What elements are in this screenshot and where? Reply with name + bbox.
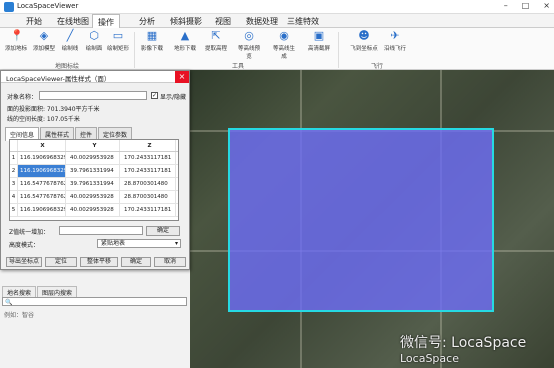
maximize-icon[interactable]: □	[522, 1, 530, 10]
height-mode-select[interactable]: 紧贴地表 ▾	[97, 239, 181, 248]
fly-to-point-button[interactable]: ☻ 飞到坐标点	[348, 29, 380, 53]
tab-start[interactable]: 开始	[24, 16, 44, 27]
draw-line-button[interactable]: ╱ 绘制线	[57, 29, 83, 53]
locate-button[interactable]: 定位	[45, 257, 77, 267]
tab-analysis[interactable]: 分析	[137, 16, 157, 27]
pin-icon: 📍	[10, 29, 24, 42]
contour-preview-button[interactable]: ◎ 等高线预览	[236, 29, 262, 61]
z-increase-input[interactable]	[59, 226, 143, 235]
name-label: 对象名称：	[7, 94, 38, 101]
export-points-button[interactable]: 导出坐标点	[6, 257, 42, 267]
tab-data-processing[interactable]: 数据处理	[244, 16, 280, 27]
rect-icon: ▭	[112, 29, 124, 42]
show-hide-label: 显示/隐藏	[160, 94, 187, 101]
person-icon: ☻	[358, 29, 370, 42]
tab-oblique[interactable]: 倾斜摄影	[168, 16, 204, 27]
close-icon[interactable]: ×	[543, 1, 550, 10]
dialog-title: LocaSpaceViewer-属性样式（面）	[1, 71, 189, 83]
table-header: X Y Z	[10, 140, 178, 152]
show-hide-checkbox[interactable]: ✓	[151, 92, 158, 99]
chevron-down-icon: ▾	[174, 240, 178, 247]
search-input[interactable]: 🔍	[2, 297, 187, 306]
tab-operation[interactable]: 操作	[92, 14, 120, 28]
ribbon-separator	[338, 32, 339, 68]
table-row[interactable]: 2 116.1906968329 39.7961331994 170.24331…	[10, 165, 178, 178]
elevation-icon: ⇱	[211, 29, 221, 42]
line-icon: ╱	[66, 29, 74, 42]
window-controls: – □ ×	[504, 1, 550, 10]
search-icon[interactable]: 🔍	[5, 299, 12, 306]
height-mode-label: 高度模式：	[9, 242, 40, 249]
fly-icon: ✈	[390, 29, 400, 42]
ribbon: 📍 添加地标 ◈ 添加模型 ╱ 绘制线 ⬡ 绘制面 ▭ 绘制矩形 ▦ 影像下载 ▲ 地形下载 …	[0, 28, 554, 70]
tab-view[interactable]: 视图	[213, 16, 233, 27]
table-row[interactable]: 4 116.5477678762 40.0029953928 28.870030…	[10, 191, 178, 204]
property-dialog: LocaSpaceViewer-属性样式（面） × 对象名称： ✓ 显示/隐藏 …	[0, 70, 190, 270]
z-confirm-button[interactable]: 确定	[146, 226, 180, 236]
tab-3d-effects[interactable]: 三维特效	[285, 16, 321, 27]
title-bar: LocaSpaceViewer – □ ×	[0, 0, 554, 14]
group-label-plot: 地图标绘	[55, 63, 80, 70]
search-example: 例如：智谷	[4, 312, 35, 319]
watermark: 微信号: LocaSpace LocaSpace	[400, 335, 527, 365]
extract-elevation-button[interactable]: ⇱ 提取高程	[203, 29, 229, 53]
add-model-button[interactable]: ◈ 添加模型	[31, 29, 57, 53]
minimize-icon[interactable]: –	[504, 1, 508, 10]
z-increase-label: Z值统一增加：	[9, 229, 50, 236]
app-title: LocaSpaceViewer	[17, 2, 79, 10]
ok-button[interactable]: 确定	[121, 257, 151, 267]
ribbon-separator	[134, 32, 135, 68]
table-row[interactable]: 1 116.1906968329 40.0029953928 170.24331…	[10, 152, 178, 165]
terrain-icon: ▲	[180, 29, 190, 42]
app-window: LocaSpaceViewer – □ × 开始 在线地图 操作 分析 倾斜摄影…	[0, 0, 554, 368]
perimeter-label: 线的空间长度: 107.05千米	[7, 116, 80, 123]
draw-polygon-button[interactable]: ⬡ 绘制面	[81, 29, 107, 53]
polygon-icon: ⬡	[89, 29, 99, 42]
contour-generate-button[interactable]: ◉ 等高线生成	[271, 29, 297, 61]
table-row[interactable]: 5 116.1906968329 40.0029953928 170.24331…	[10, 204, 178, 217]
terrain-download-button[interactable]: ▲ 地形下载	[172, 29, 198, 53]
tab-online-map[interactable]: 在线地图	[55, 16, 91, 27]
drawn-polygon[interactable]	[228, 128, 494, 312]
menu-bar: 开始 在线地图 操作 分析 倾斜摄影 视图 数据处理 三维特效	[0, 14, 554, 28]
fly-along-line-button[interactable]: ✈ 沿线飞行	[382, 29, 408, 53]
coordinate-table[interactable]: X Y Z 1 116.1906968329 40.0029953928 170…	[9, 139, 179, 221]
contour-gen-icon: ◉	[279, 29, 289, 42]
group-label-tools: 工具	[232, 63, 245, 70]
name-field[interactable]	[39, 91, 147, 100]
table-row[interactable]: 3 116.5477678762 39.7961331994 28.870030…	[10, 178, 178, 191]
add-placemark-button[interactable]: 📍 添加地标	[3, 29, 29, 53]
draw-rect-button[interactable]: ▭ 绘制矩形	[105, 29, 131, 53]
contour-icon: ◎	[244, 29, 254, 42]
hd-screenshot-button[interactable]: ▣ 高清截屏	[306, 29, 332, 53]
cancel-button[interactable]: 取消	[154, 257, 186, 267]
app-logo-icon	[4, 2, 14, 12]
area-label: 面的投影面积: 701.3940平方千米	[7, 106, 100, 113]
image-download-button[interactable]: ▦ 影像下载	[139, 29, 165, 53]
cube-icon: ◈	[39, 29, 49, 42]
image-icon: ▦	[146, 29, 158, 42]
screenshot-icon: ▣	[313, 29, 325, 42]
group-label-fly: 飞行	[371, 63, 384, 70]
translate-all-button[interactable]: 整体平移	[80, 257, 118, 267]
dialog-close-button[interactable]: ×	[175, 71, 189, 83]
